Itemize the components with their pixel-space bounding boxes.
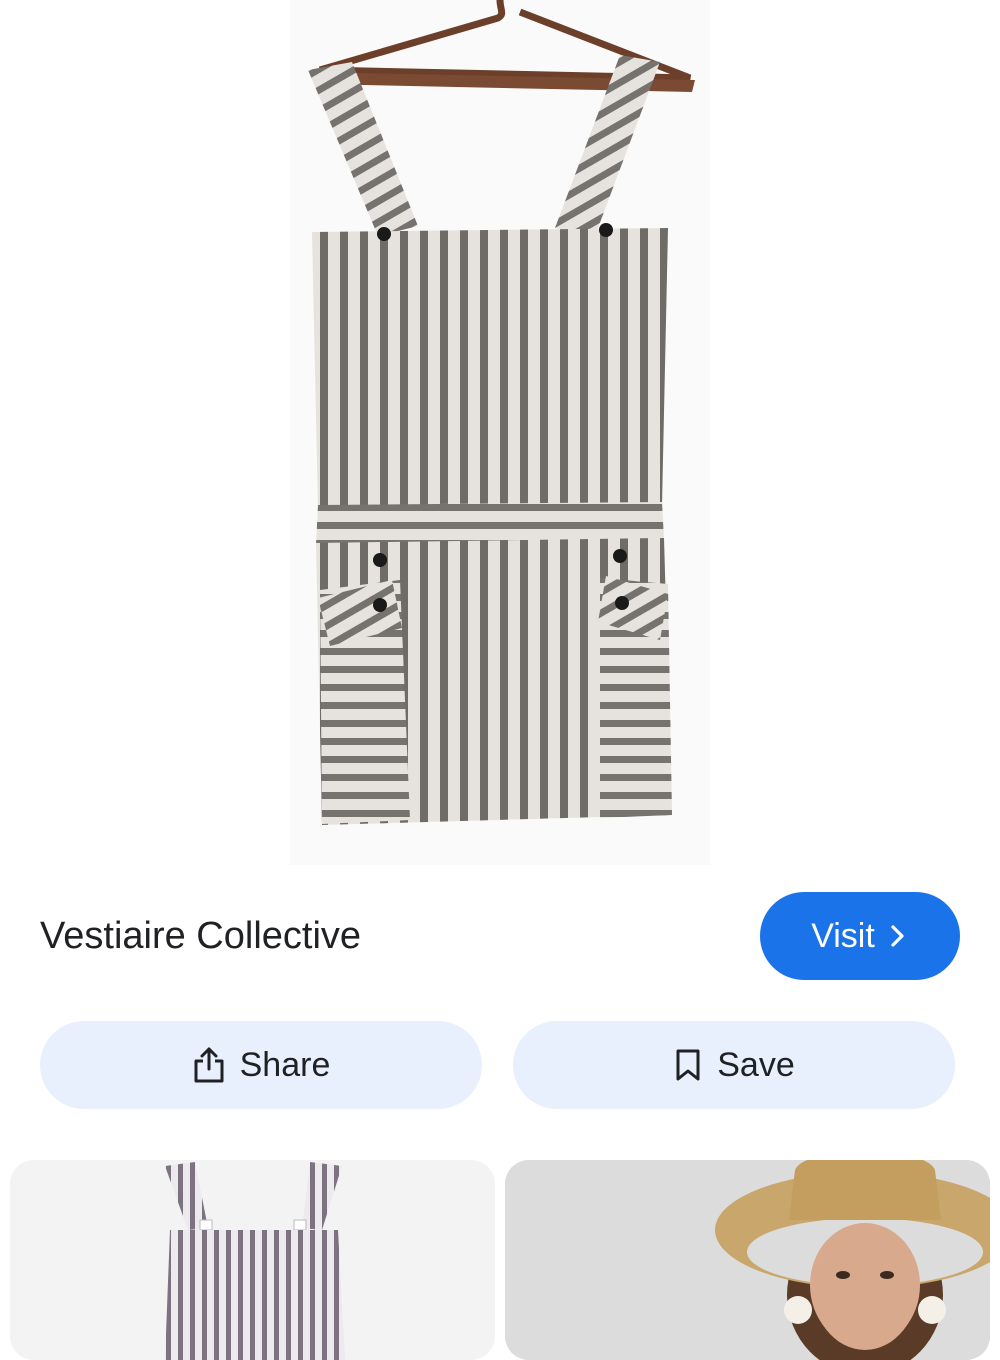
save-label: Save [717,1045,795,1084]
chevron-right-icon [891,925,904,947]
related-image-thumbnail[interactable] [505,1160,990,1360]
bookmark-icon [676,1049,700,1081]
save-button[interactable]: Save [513,1021,955,1109]
source-name[interactable]: Vestiaire Collective [40,915,361,958]
main-product-image[interactable] [0,0,1000,865]
visit-label: Visit [811,916,875,955]
share-button[interactable]: Share [40,1021,482,1109]
share-icon [194,1047,224,1083]
related-image-thumbnail[interactable] [10,1160,495,1360]
share-label: Share [239,1045,331,1084]
visit-button[interactable]: Visit [760,892,960,980]
result-source-row: Vestiaire Collective Visit [0,880,1000,990]
